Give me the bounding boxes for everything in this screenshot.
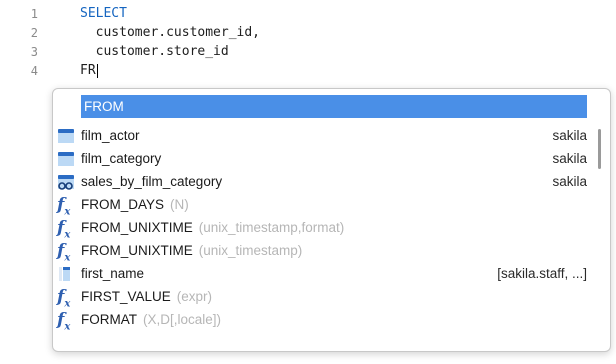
autocomplete-item[interactable]: film_category sakila xyxy=(53,147,593,170)
item-source: [sakila.staff, ...] xyxy=(497,266,587,281)
autocomplete-popup: FROM film_actor sakila film_category sak… xyxy=(52,88,611,352)
scrollbar-thumb[interactable] xyxy=(598,129,601,169)
autocomplete-item[interactable]: first_name [sakila.staff, ...] xyxy=(53,262,593,285)
function-args-hint: (X,D[,locale]) xyxy=(143,312,222,327)
column-icon xyxy=(57,266,75,282)
sql-editor[interactable]: 1 SELECT 2 customer.customer_id, 3 custo… xyxy=(0,0,616,90)
function-name: FORMAT xyxy=(81,312,137,327)
item-label: FROM xyxy=(84,99,124,114)
function-args-hint: (expr) xyxy=(176,289,213,304)
autocomplete-item[interactable]: sales_by_film_category sakila xyxy=(53,170,593,193)
autocomplete-item[interactable]: fx FIRST_VALUE (expr) xyxy=(53,285,593,310)
sql-keyword: SELECT xyxy=(80,6,127,21)
autocomplete-item[interactable]: film_actor sakila xyxy=(53,124,593,147)
item-label: FIRST_VALUE (expr) xyxy=(81,289,212,304)
item-label: FROM_UNIXTIME (unix_timestamp) xyxy=(81,243,302,258)
table-icon xyxy=(57,151,75,167)
item-label: FROM_UNIXTIME (unix_timestamp,format) xyxy=(81,220,344,235)
item-label: film_actor xyxy=(81,128,140,143)
function-name: FROM_UNIXTIME xyxy=(81,220,193,235)
function-name: FIRST_VALUE xyxy=(81,289,171,304)
function-icon: fx xyxy=(57,287,71,310)
item-source: sakila xyxy=(552,151,587,166)
autocomplete-item[interactable]: fx FORMAT (X,D[,locale]) xyxy=(53,308,593,333)
code-text: FR xyxy=(80,63,98,78)
function-icon: fx xyxy=(57,310,71,333)
item-label: film_category xyxy=(81,151,162,166)
view-icon xyxy=(57,174,75,190)
function-name: FROM_DAYS xyxy=(81,197,165,212)
code-text: customer.store_id xyxy=(80,44,229,59)
typed-text: FR xyxy=(80,63,96,78)
line-number: 2 xyxy=(30,25,38,40)
text-caret xyxy=(96,63,98,78)
autocomplete-item[interactable]: fx FROM_UNIXTIME (unix_timestamp,format) xyxy=(53,216,593,241)
function-name: FROM_UNIXTIME xyxy=(81,243,193,258)
table-icon xyxy=(57,128,75,144)
autocomplete-item[interactable]: fx FROM_UNIXTIME (unix_timestamp) xyxy=(53,239,593,264)
line-number: 3 xyxy=(30,44,38,59)
item-label: FROM_DAYS (N) xyxy=(81,197,189,212)
function-icon: fx xyxy=(57,218,71,241)
autocomplete-item[interactable]: fx FROM_DAYS (N) xyxy=(53,193,593,218)
code-text: customer.customer_id, xyxy=(80,25,261,40)
function-icon: fx xyxy=(57,241,71,264)
item-label: sales_by_film_category xyxy=(81,174,223,189)
line-number: 1 xyxy=(30,6,38,21)
function-icon: fx xyxy=(57,195,71,218)
code-text: SELECT xyxy=(80,6,127,21)
popup-scrollbar[interactable] xyxy=(596,93,602,343)
function-args-hint: (unix_timestamp,format) xyxy=(198,220,345,235)
function-args-hint: (unix_timestamp) xyxy=(198,243,303,258)
line-number: 4 xyxy=(30,63,38,78)
item-label: first_name xyxy=(81,266,145,281)
item-source: sakila xyxy=(552,128,587,143)
function-args-hint: (N) xyxy=(170,197,189,212)
autocomplete-item-selected[interactable]: FROM xyxy=(81,95,587,118)
item-label: FORMAT (X,D[,locale]) xyxy=(81,312,221,327)
item-source: sakila xyxy=(552,174,587,189)
